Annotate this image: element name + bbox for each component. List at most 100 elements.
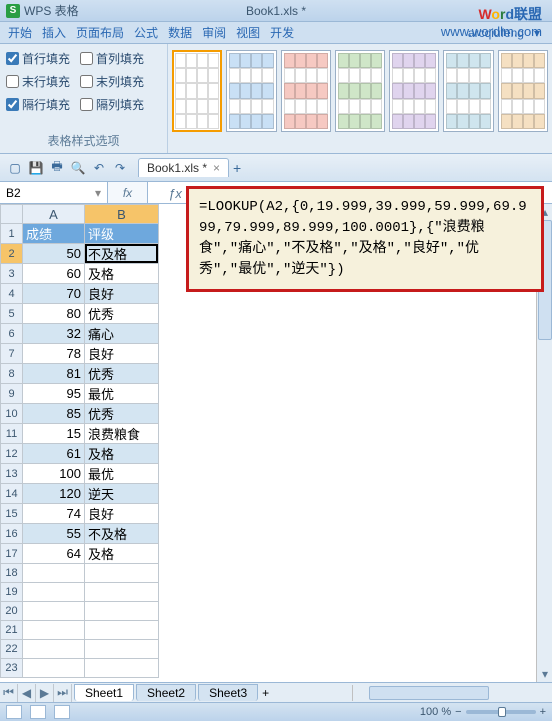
row-header[interactable]: 20 xyxy=(1,602,23,621)
checkbox-option[interactable]: 隔列填充 xyxy=(80,96,144,113)
checkbox[interactable] xyxy=(80,52,93,65)
cell[interactable] xyxy=(23,640,85,659)
menu-item[interactable]: 插入 xyxy=(38,22,70,43)
cell[interactable] xyxy=(23,564,85,583)
row-header[interactable]: 21 xyxy=(1,621,23,640)
cell[interactable] xyxy=(23,583,85,602)
checkbox-option[interactable]: 末列填充 xyxy=(80,73,144,90)
row-header[interactable]: 3 xyxy=(1,264,23,284)
row-header[interactable]: 4 xyxy=(1,284,23,304)
row-header[interactable]: 19 xyxy=(1,583,23,602)
redo-icon[interactable]: ↷ xyxy=(111,159,129,177)
cell[interactable]: 最优 xyxy=(85,384,159,404)
select-all-corner[interactable] xyxy=(1,205,23,224)
row-header[interactable]: 6 xyxy=(1,324,23,344)
cell[interactable]: 成绩 xyxy=(23,224,85,244)
menu-item[interactable]: 开始 xyxy=(4,22,36,43)
cell[interactable]: 32 xyxy=(23,324,85,344)
sheet-tab[interactable]: Sheet1 xyxy=(74,684,134,701)
zoom-in-icon[interactable]: + xyxy=(540,706,546,718)
table-style-item[interactable] xyxy=(281,50,331,132)
table-style-item[interactable] xyxy=(335,50,385,132)
cell[interactable]: 81 xyxy=(23,364,85,384)
menu-item[interactable]: 公式 xyxy=(130,22,162,43)
checkbox[interactable] xyxy=(6,52,19,65)
row-header[interactable]: 13 xyxy=(1,464,23,484)
row-header[interactable]: 7 xyxy=(1,344,23,364)
horizontal-scrollbar[interactable] xyxy=(352,685,552,701)
cell[interactable]: 及格 xyxy=(85,444,159,464)
zoom-knob[interactable] xyxy=(498,707,506,717)
cell[interactable] xyxy=(23,602,85,621)
cell[interactable]: 55 xyxy=(23,524,85,544)
cell[interactable]: 120 xyxy=(23,484,85,504)
cell[interactable]: 80 xyxy=(23,304,85,324)
add-tab-icon[interactable]: + xyxy=(233,160,241,176)
cell[interactable]: 良好 xyxy=(85,504,159,524)
column-header[interactable]: A xyxy=(23,205,85,224)
cell[interactable]: 评级 xyxy=(85,224,159,244)
cell[interactable]: 85 xyxy=(23,404,85,424)
row-header[interactable]: 23 xyxy=(1,659,23,678)
cell[interactable]: 100 xyxy=(23,464,85,484)
cell[interactable]: 78 xyxy=(23,344,85,364)
cell[interactable]: 良好 xyxy=(85,344,159,364)
row-header[interactable]: 11 xyxy=(1,424,23,444)
cell[interactable]: 64 xyxy=(23,544,85,564)
row-header[interactable]: 8 xyxy=(1,364,23,384)
cell[interactable]: 优秀 xyxy=(85,304,159,324)
row-header[interactable]: 15 xyxy=(1,504,23,524)
table-style-item[interactable] xyxy=(226,50,276,132)
cell[interactable]: 61 xyxy=(23,444,85,464)
cell[interactable] xyxy=(85,640,159,659)
view-normal-icon[interactable] xyxy=(6,705,22,719)
checkbox-option[interactable]: 首列填充 xyxy=(80,50,144,67)
tab-last-icon[interactable]: ⏭ xyxy=(54,684,72,702)
menu-item[interactable]: 视图 xyxy=(232,22,264,43)
row-header[interactable]: 1 xyxy=(1,224,23,244)
cell[interactable] xyxy=(85,659,159,678)
tab-prev-icon[interactable]: ◀ xyxy=(18,684,36,702)
preview-icon[interactable]: 🔍 xyxy=(69,159,87,177)
tab-first-icon[interactable]: ⏮ xyxy=(0,684,18,702)
view-layout-icon[interactable] xyxy=(30,705,46,719)
row-header[interactable]: 22 xyxy=(1,640,23,659)
cell[interactable]: 最优 xyxy=(85,464,159,484)
save-icon[interactable]: 💾 xyxy=(27,159,45,177)
cell[interactable]: 浪费粮食 xyxy=(85,424,159,444)
cell[interactable]: 不及格 xyxy=(85,244,159,264)
row-header[interactable]: 17 xyxy=(1,544,23,564)
table-style-item[interactable] xyxy=(498,50,548,132)
view-pagebreak-icon[interactable] xyxy=(54,705,70,719)
row-header[interactable]: 10 xyxy=(1,404,23,424)
file-tab[interactable]: Book1.xls * × xyxy=(138,158,229,177)
checkbox-option[interactable]: 首行填充 xyxy=(6,50,70,67)
menu-item[interactable]: 审阅 xyxy=(198,22,230,43)
row-header[interactable]: 16 xyxy=(1,524,23,544)
cell[interactable]: 不及格 xyxy=(85,524,159,544)
cell[interactable]: 95 xyxy=(23,384,85,404)
checkbox[interactable] xyxy=(6,75,19,88)
column-header[interactable]: B xyxy=(85,205,159,224)
zoom-out-icon[interactable]: − xyxy=(455,706,461,718)
checkbox[interactable] xyxy=(80,98,93,111)
cell[interactable] xyxy=(85,621,159,640)
cell[interactable]: 及格 xyxy=(85,544,159,564)
zoom-slider[interactable] xyxy=(466,710,536,714)
row-header[interactable]: 9 xyxy=(1,384,23,404)
cell[interactable]: 痛心 xyxy=(85,324,159,344)
fx-icon[interactable]: fx xyxy=(123,186,132,200)
close-icon[interactable]: × xyxy=(213,161,220,175)
row-header[interactable]: 12 xyxy=(1,444,23,464)
menu-item[interactable]: 数据 xyxy=(164,22,196,43)
spreadsheet-grid[interactable]: AB1成绩评级250不及格360及格470良好580优秀632痛心778良好88… xyxy=(0,204,159,682)
scroll-down-icon[interactable]: ▾ xyxy=(537,666,552,682)
cell[interactable] xyxy=(23,621,85,640)
checkbox-option[interactable]: 末行填充 xyxy=(6,73,70,90)
tab-next-icon[interactable]: ▶ xyxy=(36,684,54,702)
menu-item[interactable]: 页面布局 xyxy=(72,22,128,43)
row-header[interactable]: 14 xyxy=(1,484,23,504)
row-header[interactable]: 5 xyxy=(1,304,23,324)
table-style-item[interactable] xyxy=(443,50,493,132)
cell[interactable]: 优秀 xyxy=(85,364,159,384)
